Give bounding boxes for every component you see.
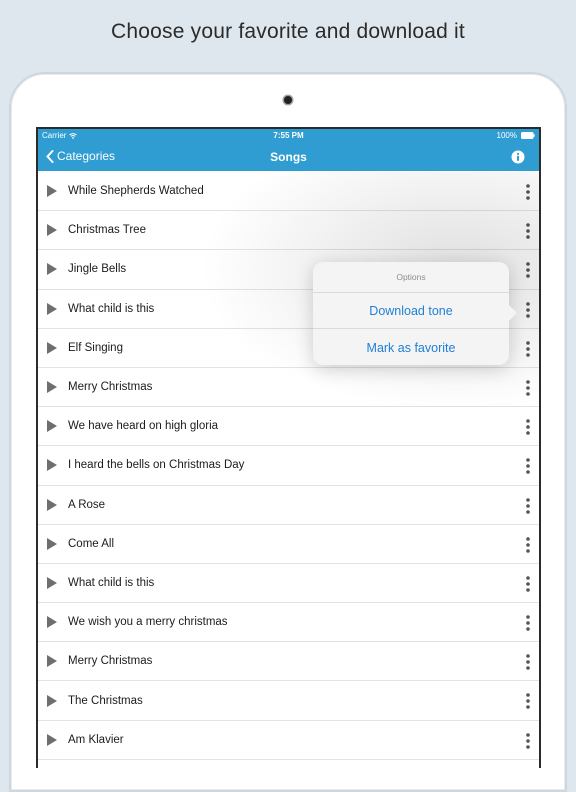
play-icon[interactable] [46, 694, 58, 708]
song-title: What child is this [68, 302, 155, 315]
play-icon[interactable] [46, 537, 58, 551]
more-options-icon[interactable] [525, 379, 531, 397]
more-options-icon[interactable] [525, 183, 531, 201]
song-row[interactable]: Merry Christmas [38, 367, 539, 408]
play-icon[interactable] [46, 341, 58, 355]
navigation-bar: Categories Songs [38, 143, 539, 171]
song-row[interactable]: What child is this [38, 563, 539, 604]
more-options-icon[interactable] [525, 340, 531, 358]
song-title: We have heard on high gloria [68, 420, 219, 433]
song-title: We wish you a merry christmas [68, 616, 228, 629]
more-options-icon[interactable] [525, 536, 531, 554]
popover-title: Options [396, 272, 426, 282]
song-title: Jingle Bells [68, 263, 127, 276]
play-icon[interactable] [46, 615, 58, 629]
song-row[interactable]: While Shepherds Watched [38, 172, 539, 212]
song-title: Merry Christmas [68, 381, 153, 394]
play-icon[interactable] [46, 576, 58, 590]
play-icon[interactable] [46, 262, 58, 276]
song-row[interactable]: I heard the bells on Christmas Day [38, 446, 539, 486]
more-options-icon[interactable] [525, 301, 531, 319]
page-title: Songs [270, 150, 307, 164]
battery-icon [521, 132, 535, 139]
play-icon[interactable] [46, 380, 58, 394]
song-title: While Shepherds Watched [68, 185, 204, 198]
song-row[interactable]: Am Klavier [38, 720, 539, 760]
more-options-icon[interactable] [525, 692, 531, 710]
more-options-icon[interactable] [525, 497, 531, 515]
promo-caption: Choose your favorite and download it [111, 20, 465, 43]
song-title: Am Klavier [68, 733, 124, 746]
more-options-icon[interactable] [525, 575, 531, 593]
more-options-icon[interactable] [525, 732, 531, 750]
mark-favorite-button[interactable]: Mark as favorite [313, 341, 509, 355]
song-row[interactable]: We wish you a merry christmas [38, 603, 539, 643]
song-title: A Rose [68, 498, 106, 511]
play-icon[interactable] [46, 654, 58, 668]
play-icon[interactable] [46, 184, 58, 198]
song-title: Elf Singing [68, 341, 123, 354]
song-title: The Christmas [68, 694, 143, 707]
more-options-icon[interactable] [525, 653, 531, 671]
download-tone-button[interactable]: Download tone [313, 304, 509, 318]
song-row[interactable]: The Christmas [38, 681, 539, 721]
play-icon[interactable] [46, 498, 58, 512]
song-title: Christmas Tree [68, 224, 146, 237]
song-list: While Shepherds Watched Christmas Tree Jin… [38, 172, 539, 760]
song-title: Come All [68, 537, 115, 550]
battery-percent: 100% [496, 131, 517, 140]
song-title: What child is this [68, 576, 155, 589]
play-icon[interactable] [46, 458, 58, 472]
play-icon[interactable] [46, 419, 58, 433]
more-options-icon[interactable] [525, 614, 531, 632]
song-row[interactable]: A Rose [38, 485, 539, 525]
play-icon[interactable] [46, 733, 58, 747]
song-title: Merry Christmas [68, 655, 153, 668]
play-icon[interactable] [46, 302, 58, 316]
song-row[interactable]: Merry Christmas [38, 642, 539, 682]
song-row[interactable]: Christmas Tree [38, 211, 539, 251]
status-time: 7:55 PM [273, 131, 304, 140]
more-options-icon[interactable] [525, 457, 531, 475]
more-options-icon[interactable] [525, 418, 531, 436]
more-options-icon[interactable] [525, 222, 531, 240]
options-popover: Options Download tone Mark as favorite [313, 262, 517, 365]
song-row[interactable]: We have heard on high gloria [38, 407, 539, 447]
app-screen: Carrier 7:55 PM 100% Categories Songs Wh… [36, 127, 541, 768]
front-camera [284, 96, 292, 104]
popover-divider [313, 328, 509, 329]
play-icon[interactable] [46, 223, 58, 237]
more-options-icon[interactable] [525, 261, 531, 279]
info-icon[interactable] [511, 150, 525, 164]
status-bar: Carrier 7:55 PM 100% [38, 129, 539, 143]
song-row[interactable]: Come All [38, 524, 539, 564]
song-title: I heard the bells on Christmas Day [68, 459, 245, 472]
popover-divider [313, 292, 509, 293]
